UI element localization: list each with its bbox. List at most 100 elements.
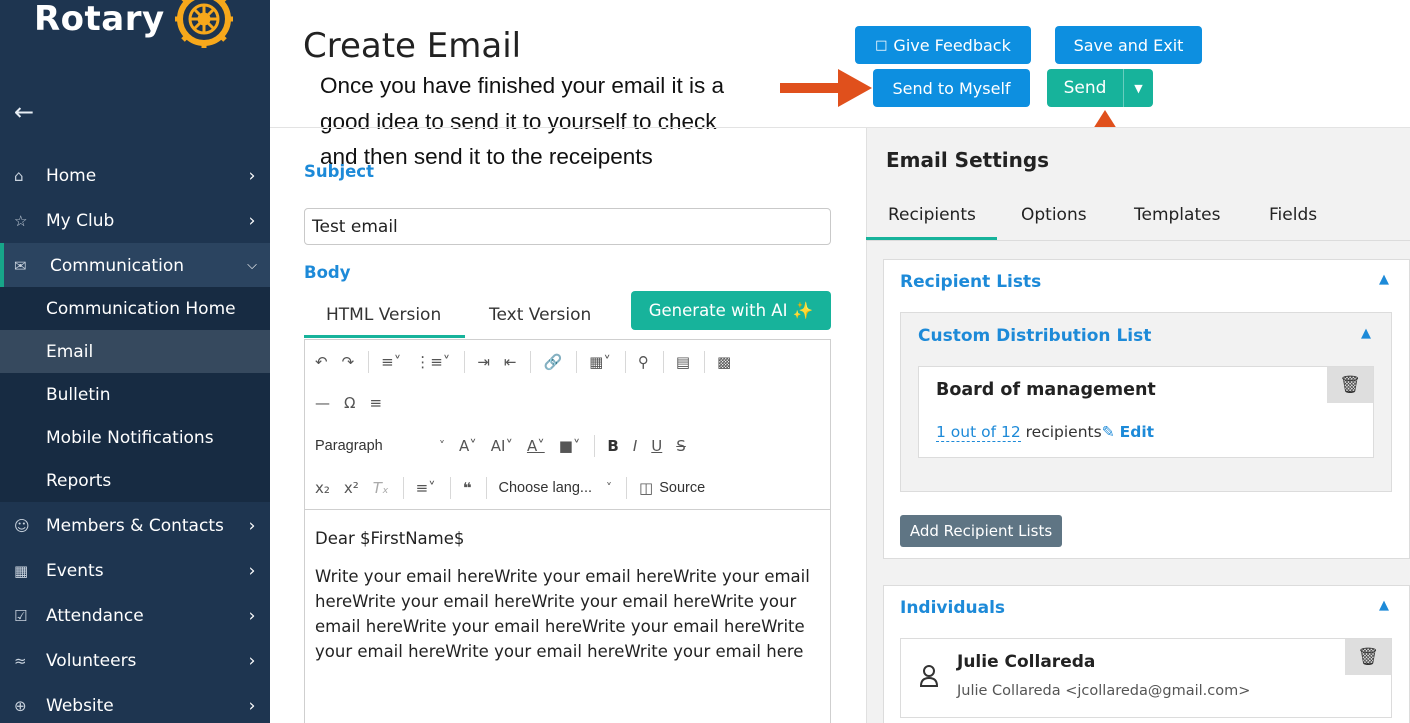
edit-link[interactable]: Edit: [1120, 423, 1154, 441]
page-break-icon[interactable]: ≡: [369, 394, 382, 412]
send-to-myself-label: Send to Myself: [892, 78, 1011, 98]
sidebar-item-website[interactable]: ⊕ Website ›: [0, 683, 270, 723]
paragraph-select[interactable]: Paragraph: [315, 438, 425, 454]
chevron-down-icon: ⌵: [247, 258, 257, 273]
recipients-count-link[interactable]: 1 out of 12: [936, 423, 1021, 442]
bulleted-list-icon[interactable]: ⋮≡˅: [415, 353, 450, 371]
toolbar-separator: [530, 351, 532, 373]
font-size-icon[interactable]: A˅: [459, 437, 477, 455]
toolbar-row: ↶ ↷ ≡˅ ⋮≡˅ ⇥ ⇤ 🔗 ▦˅ ⚲ ▤ ▩: [315, 347, 745, 377]
undo-icon[interactable]: ↶: [315, 353, 328, 371]
sidebar-item-volunteers[interactable]: ≈ Volunteers ›: [0, 638, 270, 683]
recipients-word: recipients: [1025, 423, 1102, 441]
toolbar-separator: [626, 477, 628, 499]
rotary-wheel-icon: [174, 0, 233, 48]
sidebar: Rotary ← ⌂ Home › ☆ My Club › ✉ Communic…: [0, 0, 270, 723]
toolbar-separator: [576, 351, 578, 373]
page-title: Create Email: [303, 26, 522, 66]
font-color-icon[interactable]: A˅: [527, 437, 545, 455]
sidebar-subitem-mobile-notifications[interactable]: Mobile Notifications: [0, 416, 270, 459]
find-replace-icon[interactable]: ⚲: [638, 353, 649, 371]
sidebar-item-home[interactable]: ⌂ Home ›: [0, 153, 270, 198]
individuals-header[interactable]: Individuals: [900, 598, 1005, 618]
chevron-up-icon[interactable]: ▲: [1361, 326, 1371, 341]
tab-templates[interactable]: Templates: [1134, 205, 1220, 225]
special-char-icon[interactable]: Ω: [344, 394, 355, 412]
tab-options[interactable]: Options: [1021, 205, 1087, 225]
background-color-icon[interactable]: ■˅: [559, 437, 581, 455]
outdent-icon[interactable]: ⇤: [504, 353, 517, 371]
sidebar-subitem-email[interactable]: Email: [0, 330, 270, 373]
list-name: Board of management: [936, 380, 1156, 400]
custom-list-header[interactable]: Custom Distribution List: [918, 326, 1151, 346]
tab-recipients[interactable]: Recipients: [888, 205, 976, 225]
source-button[interactable]: Source: [659, 480, 705, 496]
chevron-up-icon[interactable]: ▲: [1379, 598, 1389, 613]
bold-icon[interactable]: B: [607, 437, 618, 455]
align-icon[interactable]: ≡˅: [416, 479, 436, 497]
back-arrow-icon[interactable]: ←: [14, 98, 34, 126]
recipient-lists-header[interactable]: Recipient Lists: [900, 272, 1041, 292]
star-icon: ☆: [14, 211, 28, 230]
generate-ai-button[interactable]: Generate with AI ✨: [631, 291, 831, 330]
chevron-down-icon[interactable]: ˅: [606, 481, 612, 495]
sidebar-subitem-reports[interactable]: Reports: [0, 459, 270, 502]
indent-icon[interactable]: ⇥: [477, 353, 490, 371]
sidebar-item-members-contacts[interactable]: ☺ Members & Contacts ›: [0, 503, 270, 548]
sidebar-subitem-label: Email: [46, 341, 94, 362]
table-icon[interactable]: ▦˅: [589, 353, 611, 371]
remove-format-icon[interactable]: Tₓ: [373, 479, 389, 497]
language-select[interactable]: Choose lang...: [499, 480, 593, 496]
save-exit-button[interactable]: Save and Exit: [1055, 26, 1202, 64]
sidebar-subitem-bulletin[interactable]: Bulletin: [0, 373, 270, 416]
pencil-icon[interactable]: ✎: [1102, 423, 1115, 441]
send-dropdown-caret-icon[interactable]: ▼: [1123, 69, 1153, 107]
blockquote-icon[interactable]: ❝: [463, 479, 472, 497]
tab-text-version[interactable]: Text Version: [489, 305, 591, 325]
send-button[interactable]: Send: [1047, 69, 1123, 107]
italic-icon[interactable]: I: [633, 437, 637, 455]
sidebar-subitem-communication-home[interactable]: Communication Home: [0, 287, 270, 330]
chevron-down-icon[interactable]: ˅: [439, 439, 445, 453]
delete-list-button[interactable]: 🗑: [1327, 367, 1373, 403]
sidebar-item-my-club[interactable]: ☆ My Club ›: [0, 198, 270, 243]
select-all-icon[interactable]: ▤: [676, 353, 690, 371]
sidebar-item-label: Home: [46, 165, 97, 186]
tab-fields[interactable]: Fields: [1269, 205, 1317, 225]
sidebar-subitem-label: Bulletin: [46, 384, 111, 405]
tabs-divider: [866, 240, 1410, 241]
source-icon[interactable]: ◫: [639, 479, 653, 497]
send-to-myself-button[interactable]: Send to Myself: [873, 69, 1030, 107]
toolbar-separator: [464, 351, 466, 373]
send-split-button[interactable]: Send ▼: [1047, 69, 1153, 107]
add-recipient-lists-button[interactable]: Add Recipient Lists: [900, 515, 1062, 547]
sidebar-item-attendance[interactable]: ☑ Attendance ›: [0, 593, 270, 638]
annotation-arrow-right-icon: [780, 69, 872, 107]
sidebar-item-label: Attendance: [46, 605, 144, 626]
individual-email: Julie Collareda <jcollareda@gmail.com>: [957, 683, 1251, 699]
tab-html-version[interactable]: HTML Version: [326, 305, 441, 325]
delete-individual-button[interactable]: 🗑: [1345, 639, 1391, 675]
underline-icon[interactable]: U: [651, 437, 662, 455]
editor-content[interactable]: Dear $FirstName$ Write your email hereWr…: [315, 526, 825, 677]
font-family-icon[interactable]: AI˅: [491, 437, 513, 455]
numbered-list-icon[interactable]: ≡˅: [381, 353, 401, 371]
give-feedback-button[interactable]: □ Give Feedback: [855, 26, 1031, 64]
subscript-icon[interactable]: x₂: [315, 479, 330, 497]
sidebar-item-events[interactable]: ▦ Events ›: [0, 548, 270, 593]
chevron-right-icon: ›: [248, 695, 256, 716]
horizontal-line-icon[interactable]: —: [315, 394, 330, 412]
toolbar-separator: [594, 435, 596, 457]
strikethrough-icon[interactable]: S: [676, 437, 686, 455]
toolbar-row: — Ω ≡: [315, 388, 396, 418]
rotary-logo[interactable]: Rotary: [34, 0, 237, 52]
sidebar-item-communication[interactable]: ✉ Communication ⌵: [0, 243, 270, 288]
link-icon[interactable]: 🔗: [543, 353, 562, 371]
toolbar-separator: [402, 477, 404, 499]
image-icon[interactable]: ▩: [717, 353, 731, 371]
sidebar-subitem-label: Communication Home: [46, 298, 236, 319]
redo-icon[interactable]: ↷: [342, 353, 355, 371]
superscript-icon[interactable]: x²: [344, 479, 359, 497]
chevron-up-icon[interactable]: ▲: [1379, 272, 1389, 287]
subject-input[interactable]: Test email: [304, 208, 831, 245]
